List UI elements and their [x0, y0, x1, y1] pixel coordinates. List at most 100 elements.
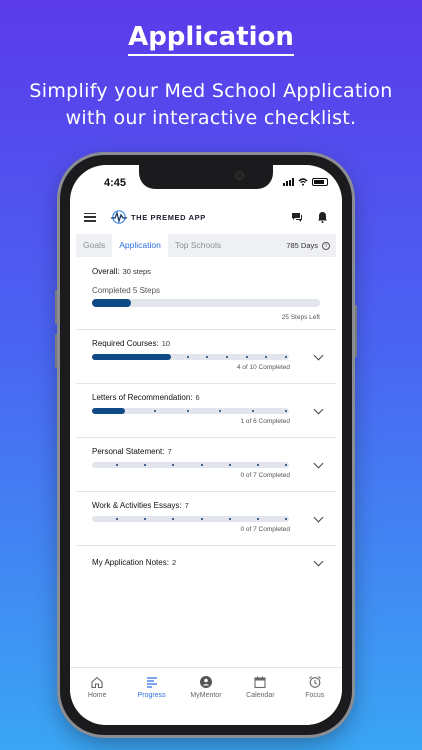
promo-subtitle-line-1: Simplify your Med School Application [29, 80, 393, 102]
section-label: Work & Activities Essays: [92, 501, 182, 510]
promo-title: Application [0, 22, 422, 56]
promo-title-text: Application [128, 22, 294, 56]
overall-progress-bar [92, 299, 320, 307]
step-dot [200, 518, 203, 520]
checklist-section[interactable]: Required Courses: 10 4 of 10 Completed [76, 330, 336, 384]
nav-focus-label: Focus [305, 692, 325, 699]
notes-label: My Application Notes: [92, 558, 169, 567]
section-label: Required Courses: [92, 339, 159, 348]
chevron-down-icon[interactable] [313, 404, 324, 415]
nav-home[interactable]: Home [72, 675, 122, 725]
chevron-down-icon[interactable] [313, 350, 324, 361]
tab-top-schools[interactable]: Top Schools [168, 234, 228, 257]
days-remaining-text: 785 Days [286, 241, 318, 250]
tab-goals[interactable]: Goals [76, 234, 112, 257]
notes-count: 2 [171, 558, 177, 567]
nav-progress-label: Progress [137, 692, 166, 699]
section-label-row: Required Courses: 10 [92, 339, 320, 348]
application-notes-row[interactable]: My Application Notes: 2 [76, 546, 336, 586]
alarm-clock-icon [308, 676, 321, 688]
step-dot [285, 464, 287, 466]
calendar-icon [254, 676, 266, 689]
step-dot [172, 464, 175, 466]
step-dot [285, 356, 287, 358]
premed-logo-icon [111, 210, 127, 224]
nav-progress[interactable]: Progress [127, 675, 177, 725]
section-progress-track [92, 516, 289, 522]
step-dot [225, 356, 228, 358]
battery-icon [312, 178, 328, 186]
section-status: 1 of 6 Completed [240, 418, 290, 425]
step-dot [228, 464, 231, 466]
camera-icon [235, 171, 244, 180]
section-status: 0 of 7 Completed [240, 472, 290, 479]
nav-calendar[interactable]: Calendar [235, 675, 285, 725]
section-progress-fill [92, 408, 125, 414]
step-dot [116, 464, 119, 466]
checklist-section[interactable]: Personal Statement: 7 0 of 7 Completed [76, 438, 336, 492]
step-dot [252, 410, 255, 412]
overall-steps: 30 steps [122, 267, 151, 276]
chat-icon[interactable] [291, 212, 303, 223]
step-dot [245, 356, 248, 358]
info-icon[interactable]: i [322, 241, 330, 250]
days-remaining: 785 Days i [286, 241, 336, 250]
app-logo-text: THE PREMED APP [131, 212, 206, 222]
phone-volume-up [55, 290, 58, 324]
step-dot [144, 518, 147, 520]
chevron-down-icon[interactable] [313, 512, 324, 523]
step-dot [186, 410, 189, 412]
section-progress-track [92, 408, 289, 414]
phone-screen: 4:45 THE PREMED APP Goals Application To… [70, 165, 342, 725]
mentor-icon [199, 676, 212, 688]
step-dot [116, 518, 119, 520]
section-count: 6 [195, 393, 200, 402]
overall-summary: Overall: 30 steps Completed 5 Steps 25 St… [76, 257, 336, 330]
step-dot [265, 356, 268, 358]
step-dot [153, 410, 156, 412]
signal-icon [283, 178, 294, 186]
section-label: Letters of Recommendation: [92, 393, 193, 402]
bell-icon[interactable] [317, 211, 328, 223]
step-dot [219, 410, 222, 412]
bottom-navigation: Home Progress MyMentor Calendar Focus [70, 667, 342, 725]
step-dot [285, 518, 287, 520]
promo-subtitle: Simplify your Med School Application wit… [20, 78, 402, 132]
section-progress-track [92, 462, 289, 468]
step-dot [206, 356, 209, 358]
wifi-icon [298, 178, 308, 186]
status-icons [283, 178, 328, 186]
section-status: 0 of 7 Completed [240, 526, 290, 533]
step-dot [228, 518, 231, 520]
step-dot [172, 518, 175, 520]
status-time: 4:45 [104, 177, 127, 189]
phone-notch [139, 165, 273, 189]
section-progress-track [92, 354, 289, 360]
step-dot [144, 464, 147, 466]
app-logo: THE PREMED APP [110, 210, 206, 224]
nav-mymentor[interactable]: MyMentor [181, 675, 231, 725]
promo-subtitle-line-2: with our interactive checklist. [65, 107, 357, 129]
section-label-row: Letters of Recommendation: 6 [92, 393, 320, 402]
hamburger-menu-icon[interactable] [84, 212, 96, 222]
section-count: 10 [161, 339, 171, 348]
chevron-down-icon[interactable] [313, 458, 324, 469]
checklist: Overall: 30 steps Completed 5 Steps 25 St… [76, 257, 336, 586]
nav-calendar-label: Calendar [246, 692, 275, 699]
tab-application[interactable]: Application [112, 234, 168, 257]
checklist-section[interactable]: Letters of Recommendation: 6 1 of 6 Comple… [76, 384, 336, 438]
nav-mymentor-label: MyMentor [190, 692, 222, 699]
overall-progress-fill [92, 299, 131, 307]
section-count: 7 [184, 501, 189, 510]
notes-label-row: My Application Notes: 2 [92, 558, 320, 567]
step-dot [186, 356, 189, 358]
tab-bar: Goals Application Top Schools 785 Days i [76, 234, 336, 257]
step-dot [256, 518, 259, 520]
app-header: THE PREMED APP [70, 201, 342, 233]
step-dot [200, 464, 203, 466]
step-dot [256, 464, 259, 466]
overall-steps-left: 25 Steps Left [281, 314, 320, 321]
nav-focus[interactable]: Focus [290, 675, 340, 725]
checklist-section[interactable]: Work & Activities Essays: 7 0 of 7 Complet… [76, 492, 336, 546]
section-progress-fill [92, 354, 171, 360]
